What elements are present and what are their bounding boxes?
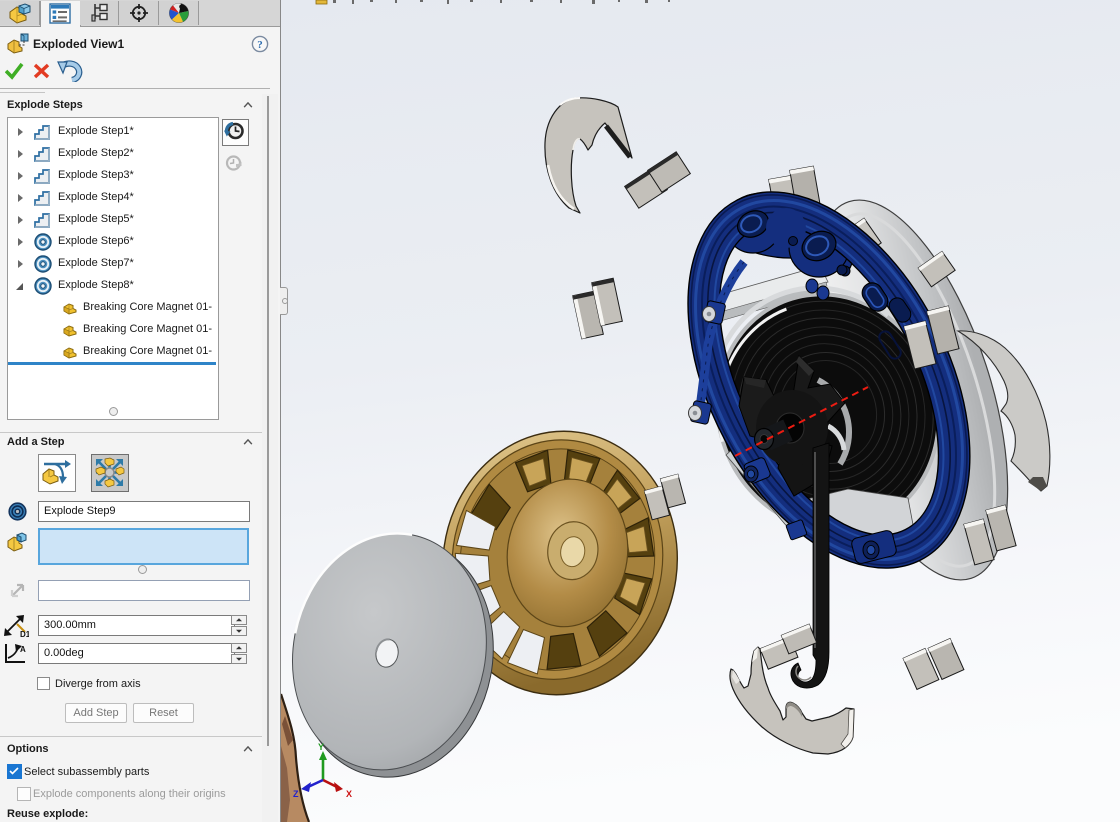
svg-text:X: X: [346, 789, 352, 799]
svg-text:Y: Y: [318, 742, 324, 752]
svg-text:A: A: [20, 645, 26, 654]
svg-text:D1: D1: [20, 630, 29, 638]
svg-text:?: ?: [257, 39, 263, 51]
svg-text:Z: Z: [293, 789, 299, 799]
